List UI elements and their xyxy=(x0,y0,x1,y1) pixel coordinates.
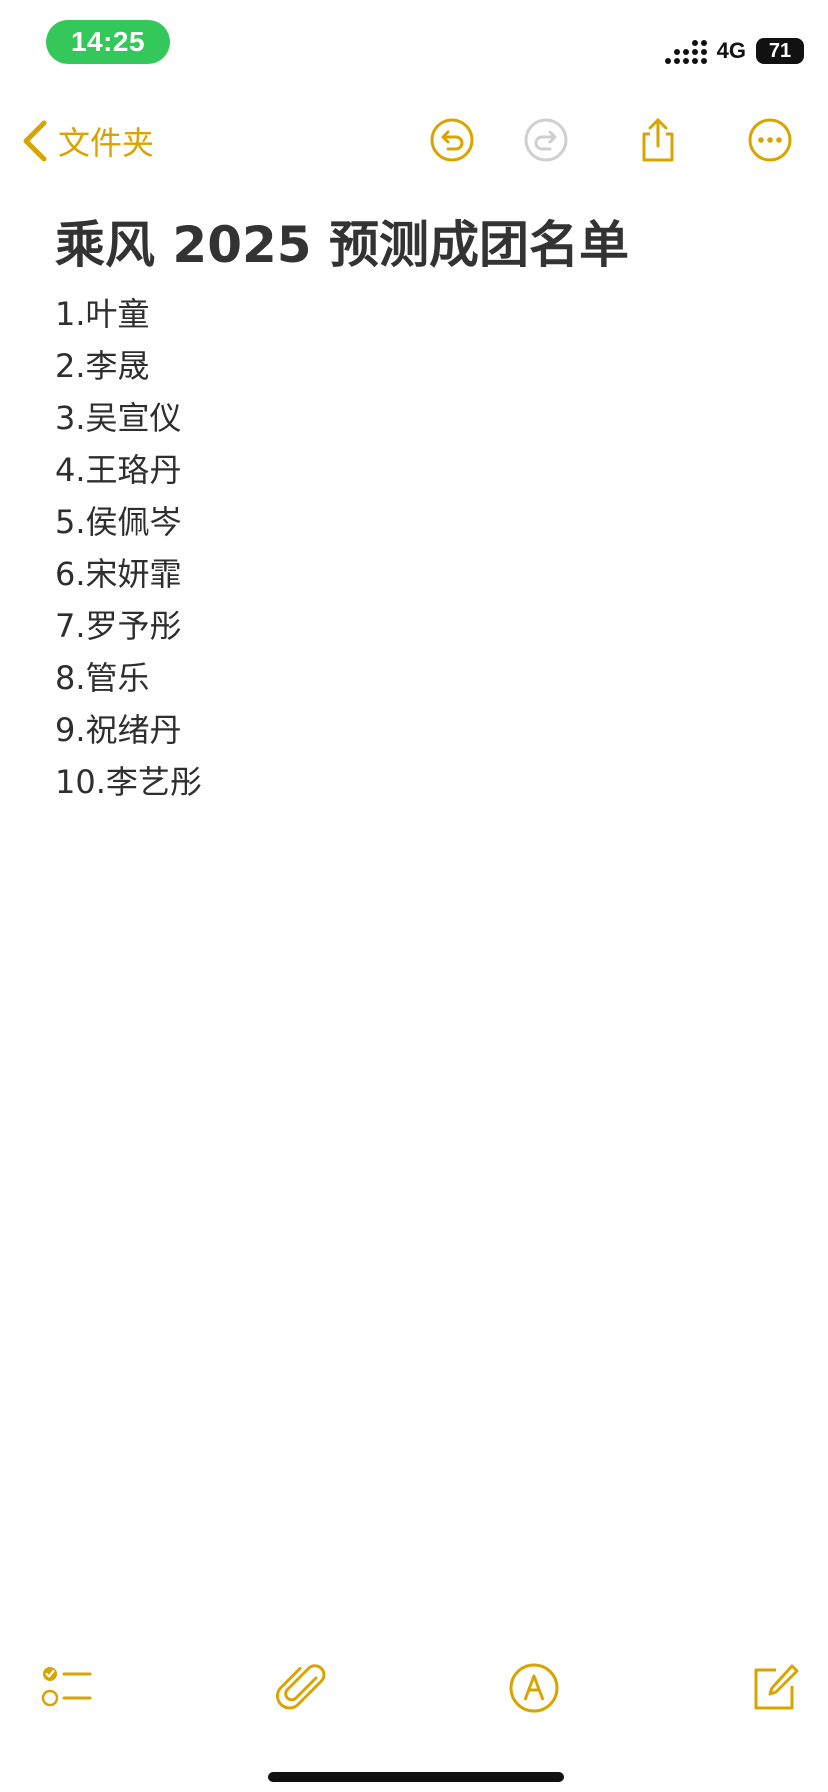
battery-level: 71 xyxy=(768,39,792,62)
note-list-item[interactable]: 2.李晟 xyxy=(55,340,202,392)
note-list-item[interactable]: 10.李艺彤 xyxy=(55,756,202,808)
signal-icon xyxy=(664,38,707,64)
status-time: 14:25 xyxy=(46,20,170,64)
network-type: 4G xyxy=(716,38,746,63)
back-label: 文件夹 xyxy=(58,124,155,162)
more-icon[interactable] xyxy=(746,116,794,164)
home-indicator[interactable] xyxy=(268,1772,564,1782)
undo-icon[interactable] xyxy=(428,116,476,164)
chevron-left-icon xyxy=(23,120,47,162)
note-list-item[interactable]: 9.祝绪丹 xyxy=(55,704,202,756)
note-list-item[interactable]: 5.侯佩岑 xyxy=(55,496,202,548)
nav-bar: 文件夹 xyxy=(0,100,828,180)
status-indicators: 4G 71 xyxy=(664,36,804,66)
note-list-item[interactable]: 3.吴宣仪 xyxy=(55,392,202,444)
redo-icon[interactable] xyxy=(522,116,570,164)
note-title[interactable]: 乘风 2025 预测成团名单 xyxy=(55,205,629,277)
battery-icon: 71 xyxy=(756,38,804,64)
checklist-icon[interactable] xyxy=(40,1660,96,1716)
note-list-item[interactable]: 7.罗予彤 xyxy=(55,600,202,652)
back-button[interactable]: 文件夹 xyxy=(22,118,154,164)
compose-icon[interactable] xyxy=(746,1660,802,1716)
markup-icon[interactable] xyxy=(506,1660,562,1716)
note-list: 1.叶童 2.李晟 3.吴宣仪 4.王珞丹 5.侯佩岑 6.宋妍霏 7.罗予彤 … xyxy=(55,288,202,808)
note-list-item[interactable]: 1.叶童 xyxy=(55,288,202,340)
note-list-item[interactable]: 4.王珞丹 xyxy=(55,444,202,496)
note-list-item[interactable]: 8.管乐 xyxy=(55,652,202,704)
share-icon[interactable] xyxy=(634,116,682,164)
note-list-item[interactable]: 6.宋妍霏 xyxy=(55,548,202,600)
paperclip-icon[interactable] xyxy=(276,1660,332,1716)
